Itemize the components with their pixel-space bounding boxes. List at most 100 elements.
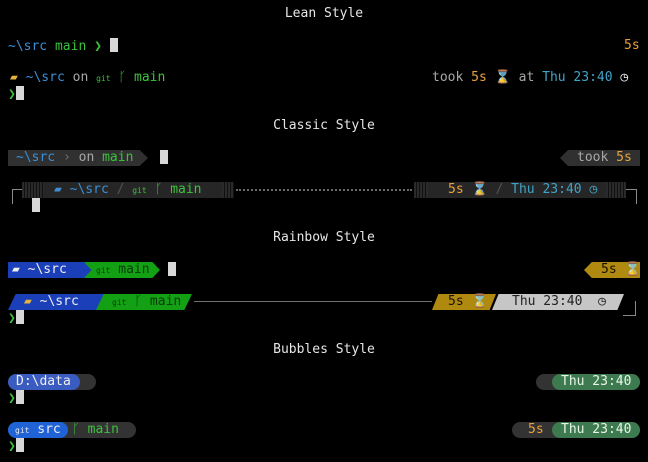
dir-label: ~\src: [25, 70, 65, 85]
decoration-stripe: [22, 182, 44, 198]
hourglass-icon: ⌛: [624, 262, 641, 277]
duration-label: 5s: [616, 150, 632, 165]
section-header-rainbow: Rainbow Style: [273, 230, 375, 245]
took-label: took: [432, 70, 464, 85]
time-label: Thu 23:40: [511, 182, 582, 197]
separator-icon: ›: [62, 150, 71, 165]
section-header-lean: Lean Style: [284, 6, 364, 21]
rainbow-prompt-line-1: ▰ ~\src: [12, 262, 67, 278]
git-icon: git: [15, 426, 30, 435]
took-label: took: [577, 150, 609, 165]
prompt-arrow: ❯: [94, 39, 102, 54]
lean-prompt-line-2: ▰ ~\src on git ᚴ main: [10, 70, 165, 87]
separator-icon: /: [116, 182, 125, 197]
hourglass-icon: ⌛: [471, 182, 488, 197]
dir-label: ~\src: [8, 39, 48, 54]
classic-prompt-line-2: ▰ ~\src / git ᚴ main: [54, 182, 202, 199]
classic-right-prompt: took 5s: [577, 150, 632, 166]
clock-icon: ◷: [598, 294, 606, 309]
classic-prompt-line-1: ~\src › on main: [16, 150, 133, 166]
text-cursor[interactable]: [168, 262, 176, 276]
dir-label: D:\data: [16, 374, 71, 389]
branch-icon: ᚴ: [118, 70, 127, 85]
git-icon: git: [112, 298, 127, 307]
prompt-arrow: ❯: [8, 311, 16, 326]
rainbow-right-prompt: 5s ⌛: [601, 262, 641, 278]
time-label: Thu 23:40: [561, 422, 632, 437]
folder-icon: ▰: [54, 182, 62, 197]
git-icon: git: [96, 74, 111, 83]
git-branch-label: main: [118, 262, 150, 277]
rainbow-duration-label: 5s ⌛: [448, 294, 488, 310]
bubbles-dir-label: git src: [15, 422, 61, 439]
separator-icon: /: [495, 182, 504, 197]
bubbles-prompt-line-4: ❯: [8, 438, 24, 455]
bubbles-git-label: ᚴ main: [72, 422, 119, 438]
text-cursor[interactable]: [160, 150, 168, 164]
prompt-arrow: ❯: [8, 439, 16, 454]
lean-right-prompt: took 5s ⌛ at Thu 23:40 ◷: [432, 70, 628, 86]
clock-icon: ◷: [620, 70, 629, 85]
rainbow-git-label: git ᚴ main: [112, 294, 181, 311]
dir-label: ~\src: [27, 262, 67, 277]
time-label: Thu 23:40: [561, 374, 632, 389]
branch-icon: ᚴ: [134, 294, 143, 309]
decoration-stripe: [222, 182, 234, 198]
dir-label: ~\src: [16, 150, 56, 165]
branch-icon: ᚴ: [154, 182, 163, 197]
time-label: Thu 23:40: [542, 70, 613, 85]
folder-icon: ▰: [24, 294, 32, 309]
section-header-bubbles: Bubbles Style: [273, 342, 375, 357]
git-icon: git: [96, 266, 111, 275]
git-branch-label: main: [87, 422, 119, 437]
dir-label: ~\src: [69, 182, 109, 197]
time-label: Thu 23:40: [512, 294, 583, 309]
duration-label: 5s: [471, 70, 487, 85]
bubbles-prompt-line-2: ❯: [8, 390, 24, 407]
on-label: on: [72, 70, 89, 85]
git-branch-label: main: [134, 70, 166, 85]
decoration-stripe: [414, 182, 428, 198]
text-cursor[interactable]: [15, 390, 24, 404]
git-branch-label: main: [170, 182, 202, 197]
dir-label: ~\src: [39, 294, 79, 309]
text-cursor[interactable]: [109, 38, 118, 52]
lean-prompt-line-3: ❯: [8, 86, 24, 103]
at-label: at: [518, 70, 535, 85]
lean-prompt-line-1: ~\src main ❯: [8, 38, 118, 55]
text-cursor[interactable]: [15, 438, 24, 452]
duration-label: 5s: [448, 294, 464, 309]
duration-label: 5s: [528, 422, 544, 437]
rainbow-time-label: Thu 23:40 ◷: [512, 294, 606, 310]
section-header-classic: Classic Style: [273, 118, 375, 133]
frame-right: [623, 301, 636, 316]
branch-icon: ᚴ: [72, 422, 80, 437]
rainbow-prompt-line-3: ❯: [8, 310, 24, 327]
dir-label: src: [37, 422, 61, 437]
frame-right: [626, 189, 637, 204]
folder-icon: ▰: [12, 262, 20, 277]
filler-line: [194, 301, 432, 302]
prompt-arrow: ❯: [8, 87, 16, 102]
clock-icon: ◷: [589, 182, 598, 197]
duration-label: 5s: [601, 262, 617, 277]
decoration-stripe: [606, 182, 626, 198]
hourglass-icon: ⌛: [471, 294, 488, 309]
git-branch-label: main: [102, 150, 134, 165]
rainbow-git-label: git main: [96, 262, 150, 279]
folder-icon: ▰: [10, 70, 18, 85]
classic-right-prompt-2: 5s ⌛ / Thu 23:40 ◷: [448, 182, 597, 198]
git-icon: git: [132, 186, 147, 195]
on-label: on: [78, 150, 95, 165]
filler-dots: [236, 189, 412, 191]
rainbow-prompt-line-2: ▰ ~\src: [24, 294, 79, 310]
hourglass-icon: ⌛: [494, 70, 511, 85]
git-branch-label: main: [149, 294, 182, 309]
text-cursor[interactable]: [15, 86, 24, 100]
duration-label: 5s: [624, 38, 640, 53]
prompt-arrow: ❯: [8, 391, 16, 406]
text-cursor[interactable]: [15, 310, 24, 324]
duration-label: 5s: [448, 182, 464, 197]
text-cursor[interactable]: [32, 198, 40, 212]
git-branch-label: main: [54, 39, 87, 54]
